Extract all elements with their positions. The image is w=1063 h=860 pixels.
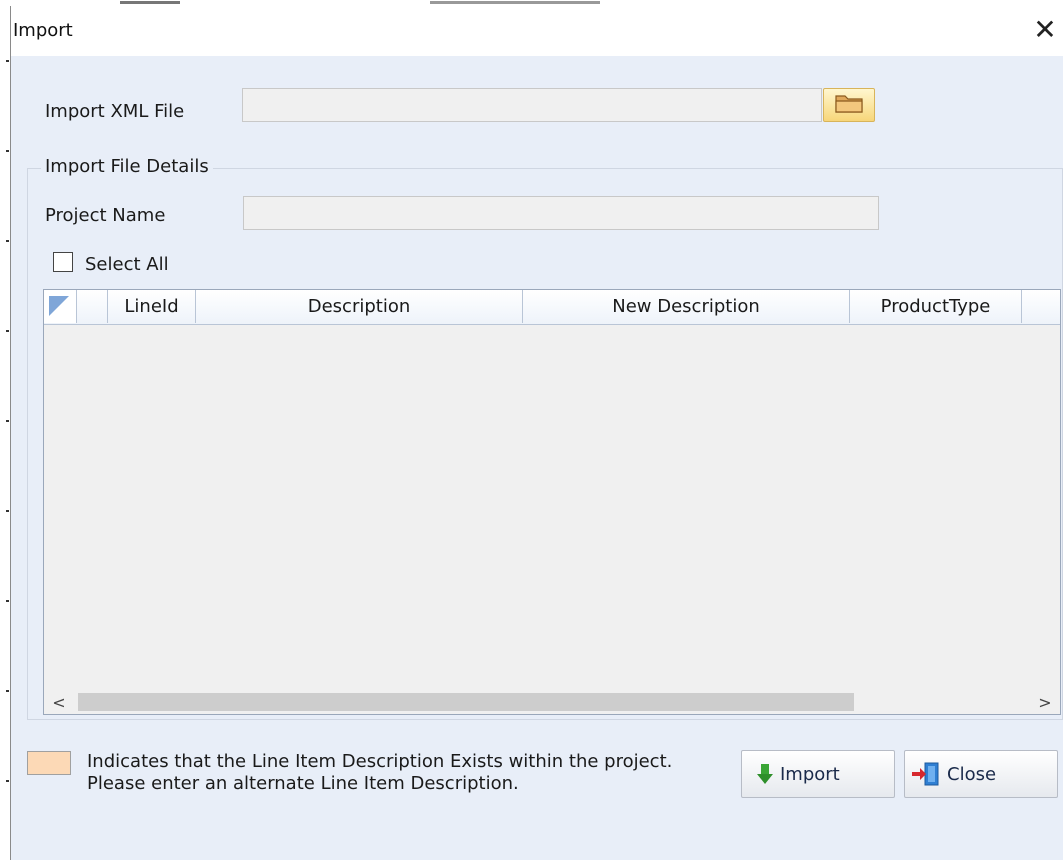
grid-corner-select-all[interactable] (44, 290, 77, 323)
close-button[interactable]: Close (904, 750, 1058, 798)
legend-swatch (27, 751, 71, 775)
legend-text: Indicates that the Line Item Description… (87, 751, 673, 794)
import-dialog: Import ✕ Import XML File Import File Det… (10, 6, 1063, 860)
row-indicator-header (76, 290, 108, 323)
import-xml-file-label: Import XML File (45, 101, 185, 122)
close-button-label: Close (947, 763, 997, 785)
scroll-left-icon[interactable]: < (48, 691, 70, 713)
project-name-field[interactable] (243, 196, 879, 230)
browse-button[interactable] (823, 88, 875, 122)
select-all-checkbox[interactable] (53, 252, 73, 272)
column-header-lineid[interactable]: LineId (108, 290, 196, 323)
project-name-label: Project Name (45, 205, 166, 226)
column-header-new-description[interactable]: New Description (523, 290, 850, 323)
scrollbar-thumb[interactable] (78, 693, 854, 711)
select-all-label[interactable]: Select All (85, 254, 169, 275)
close-icon[interactable]: ✕ (1030, 13, 1060, 46)
title-bar: Import ✕ (11, 6, 1063, 56)
line-items-grid[interactable]: LineId Description New Description Produ… (43, 289, 1061, 715)
import-button[interactable]: Import (741, 750, 895, 798)
dialog-title: Import (13, 20, 73, 41)
download-arrow-icon (756, 763, 774, 785)
column-header-description[interactable]: Description (196, 290, 523, 323)
exit-door-icon (911, 761, 941, 787)
import-xml-file-input[interactable] (242, 88, 822, 122)
scroll-right-icon[interactable]: > (1034, 691, 1056, 713)
background-app-edge (0, 0, 10, 860)
import-button-label: Import (780, 763, 840, 785)
column-header-producttype[interactable]: ProductType (850, 290, 1022, 323)
folder-icon (834, 92, 864, 119)
import-file-details-label: Import File Details (41, 156, 213, 177)
horizontal-scrollbar[interactable]: < > (44, 690, 1060, 714)
grid-header: LineId Description New Description Produ… (44, 290, 1060, 325)
